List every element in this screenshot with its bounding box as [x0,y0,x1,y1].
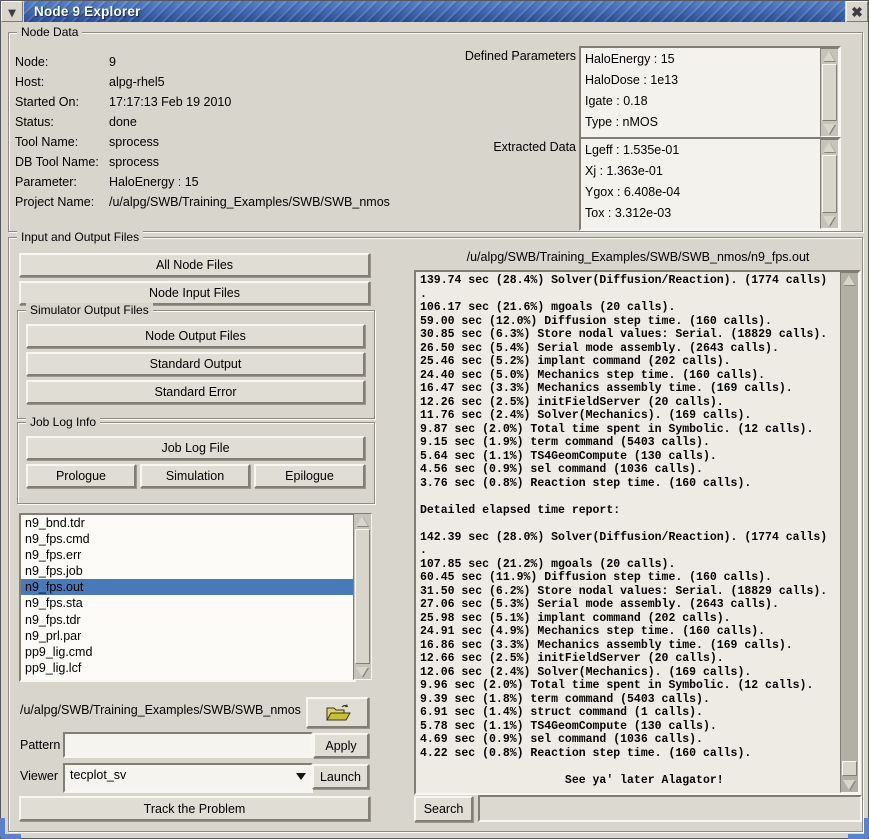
scrollbar[interactable] [820,139,839,229]
extracted-data-label: Extracted Data [449,140,576,154]
field-row: Host:alpg-rhel5 [15,75,165,91]
scroll-up-icon[interactable] [823,51,835,61]
list-item[interactable]: n9_fps.sta [21,595,354,611]
epilogue-button[interactable]: Epilogue [254,464,365,488]
file-content-area[interactable]: 139.74 sec (28.4%) Solver(Diffusion/Reac… [416,272,842,793]
window-title: Node 9 Explorer [34,4,141,19]
list-item[interactable]: n9_fps.cmd [21,531,354,547]
job-log-file-button[interactable]: Job Log File [26,436,365,460]
title-bar[interactable]: Node 9 Explorer [24,1,845,22]
scroll-thumb[interactable] [842,761,857,776]
search-button[interactable]: Search [414,796,473,822]
scroll-down-icon[interactable] [823,216,835,226]
status-value: done [109,115,137,129]
io-files-legend: Input and Output Files [17,230,143,244]
list-item[interactable]: pp9_lig.cmd [21,644,354,660]
db-tool-name-value: sprocess [109,155,159,169]
extracted-data-box[interactable]: Lgeff : 1.535e-01 Xj : 1.363e-01 Ygox : … [579,137,841,231]
scrollbar[interactable] [820,48,839,137]
browse-folder-button[interactable] [306,697,369,728]
file-list-scrollbar[interactable] [353,513,372,680]
list-item[interactable]: n9_fps.err [21,547,354,563]
node-input-files-button[interactable]: Node Input Files [19,281,370,305]
field-row: Parameter:HaloEnergy : 15 [15,175,199,191]
launch-button[interactable]: Launch [312,764,369,789]
scroll-thumb[interactable] [822,155,837,213]
list-item[interactable]: pp9_lig.lcf [21,660,354,676]
field-row: Project Name:/u/alpg/SWB/Training_Exampl… [15,195,390,211]
started-on-value: 17:17:13 Feb 19 2010 [109,95,231,109]
list-item[interactable]: n9_bnd.tdr [21,515,354,531]
window-menu-button[interactable]: ▾ [1,1,23,22]
simulator-output-legend: Simulator Output Files [26,303,153,317]
resize-handle-bottom-left[interactable] [0,818,21,839]
extracted-data-lines: Lgeff : 1.535e-01 Xj : 1.363e-01 Ygox : … [585,140,820,228]
node-output-files-button[interactable]: Node Output Files [26,324,365,348]
list-item[interactable]: n9_fps.job [21,563,354,579]
scroll-down-icon[interactable] [356,667,368,677]
node-data-legend: Node Data [17,25,82,39]
scroll-down-icon[interactable] [843,780,855,790]
pattern-input[interactable] [63,732,313,758]
defined-parameters-lines: HaloEnergy : 15 HaloDose : 1e13 Igate : … [585,49,820,136]
node-data-section: Node Data Node:9 Host:alpg-rhel5 Started… [8,32,863,232]
tool-name-value: sprocess [109,135,159,149]
close-button[interactable]: ✖ [846,1,868,22]
job-log-legend: Job Log Info [26,415,100,429]
scroll-down-icon[interactable] [823,124,835,134]
scroll-thumb[interactable] [355,529,370,664]
field-row: Tool Name:sprocess [15,135,159,151]
dropdown-arrow-icon[interactable] [293,769,308,783]
list-item[interactable]: n9_prl.par [21,628,354,644]
job-log-info-section: Job Log Info Job Log File Prologue Simul… [17,422,375,504]
file-path-header: /u/alpg/SWB/Training_Examples/SWB/SWB_nm… [414,250,862,264]
file-list[interactable]: n9_bnd.tdrn9_fps.cmdn9_fps.errn9_fps.job… [19,513,356,682]
list-item[interactable]: n9_fps.tdr [21,612,354,628]
all-node-files-button[interactable]: All Node Files [19,253,370,277]
viewer-label: Viewer [20,769,58,783]
node-value: 9 [109,55,116,69]
defined-parameters-box[interactable]: HaloEnergy : 15 HaloDose : 1e13 Igate : … [579,46,841,139]
io-files-section: Input and Output Files All Node Files No… [8,237,863,832]
field-row: Node:9 [15,55,116,71]
simulator-output-files-section: Simulator Output Files Node Output Files… [17,310,375,419]
list-item[interactable]: n9_fps.out [21,579,354,595]
chevron-down-icon: ▾ [8,5,15,19]
apply-button[interactable]: Apply [313,733,369,758]
search-input[interactable] [478,795,862,822]
viewer-dropdown[interactable]: tecplot_sv [63,763,313,793]
field-row: Started On:17:17:13 Feb 19 2010 [15,95,231,111]
track-the-problem-button[interactable]: Track the Problem [19,796,370,821]
defined-parameters-label: Defined Parameters [449,49,576,63]
resize-handle-bottom-right[interactable] [848,818,869,839]
scroll-up-icon[interactable] [823,142,835,152]
directory-path: /u/alpg/SWB/Training_Examples/SWB/SWB_nm… [20,703,301,717]
field-row: DB Tool Name:sprocess [15,155,159,171]
viewer-scrollbar[interactable] [840,272,859,793]
viewer-selected-value: tecplot_sv [70,768,126,782]
prologue-button[interactable]: Prologue [26,464,136,488]
parameter-value: HaloEnergy : 15 [109,175,199,189]
simulation-button[interactable]: Simulation [140,464,250,488]
scroll-thumb[interactable] [822,64,837,121]
standard-output-button[interactable]: Standard Output [26,352,365,376]
standard-error-button[interactable]: Standard Error [26,380,365,404]
scroll-up-icon[interactable] [356,516,368,526]
close-icon: ✖ [851,5,863,19]
pattern-label: Pattern [20,738,60,752]
window: ▾ Node 9 Explorer ✖ Node Data Node:9 Hos… [0,0,869,839]
file-viewer-panel: 139.74 sec (28.4%) Solver(Diffusion/Reac… [414,270,861,795]
field-row: Status:done [15,115,137,131]
project-name-value: /u/alpg/SWB/Training_Examples/SWB/SWB_nm… [109,195,390,209]
file-content[interactable]: 139.74 sec (28.4%) Solver(Diffusion/Reac… [416,272,842,787]
host-value: alpg-rhel5 [109,75,165,89]
scroll-up-icon[interactable] [843,275,855,285]
open-folder-icon [325,703,351,723]
